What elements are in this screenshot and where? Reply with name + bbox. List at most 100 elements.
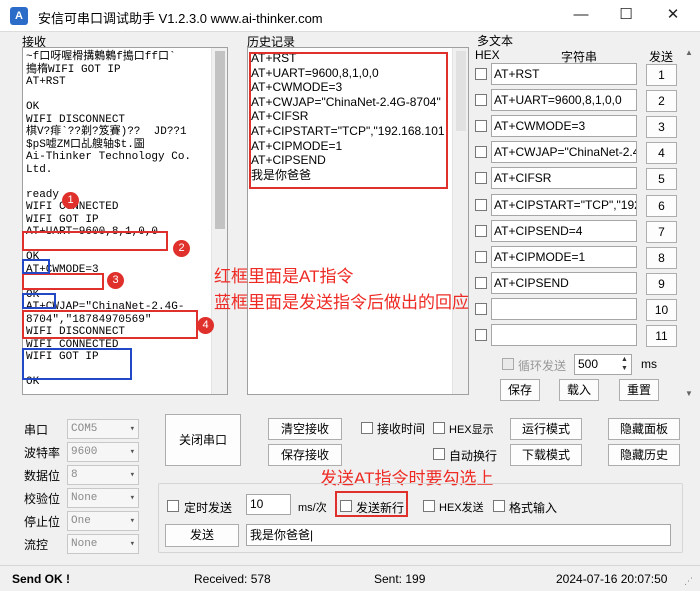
close-port-button[interactable]: 关闭串口 xyxy=(165,414,241,466)
recv-time-label: 接收时间 xyxy=(377,422,426,436)
col-send: 发送 xyxy=(649,50,674,64)
recv-time-checkbox[interactable] xyxy=(361,422,373,434)
stop-bits-label: 停止位 xyxy=(24,515,61,529)
receive-line: $pS嘘ZM口乩艘轴$t.圖 xyxy=(26,138,145,151)
multitext-input-5[interactable]: AT+CIFSR xyxy=(491,167,637,189)
close-button[interactable]: ✕ xyxy=(650,0,696,32)
badge-2: 2 xyxy=(173,240,190,257)
annotation-bluebox-wifi xyxy=(22,348,132,380)
multitext-input-8[interactable]: AT+CIPMODE=1 xyxy=(491,246,637,268)
chevron-down-icon: ▾ xyxy=(129,470,135,480)
multitext-send-button-11[interactable]: 11 xyxy=(646,325,677,347)
timed-unit-label: ms/次 xyxy=(298,502,327,514)
multitext-send-button-7[interactable]: 7 xyxy=(646,221,677,243)
hide-history-button[interactable]: 隐藏历史 xyxy=(608,444,680,466)
receive-scroll-thumb[interactable] xyxy=(215,51,225,229)
sent-count: Sent: 199 xyxy=(374,572,426,586)
save-button[interactable]: 保存 xyxy=(500,379,540,401)
multitext-hex-checkbox-7[interactable] xyxy=(475,225,487,237)
hex-send-checkbox[interactable] xyxy=(423,500,435,512)
receive-line: WIFI DISCONNECT xyxy=(26,113,126,126)
annotation-redbox-history xyxy=(249,52,448,189)
multitext-hex-checkbox-11[interactable] xyxy=(475,329,487,341)
baud-rate-value: 9600 xyxy=(71,446,98,458)
chevron-down-icon: ▾ xyxy=(129,539,135,549)
resize-grip-icon[interactable]: ⋰ xyxy=(684,576,694,586)
send-input[interactable]: 我是你爸爸| xyxy=(246,524,671,546)
format-input-checkbox[interactable] xyxy=(493,500,505,512)
stop-bits-value: One xyxy=(71,515,91,527)
multitext-input-10[interactable] xyxy=(491,298,637,320)
multitext-label: 多文本 xyxy=(477,34,514,48)
multitext-send-button-5[interactable]: 5 xyxy=(646,168,677,190)
receive-line xyxy=(26,89,227,102)
multitext-input-4[interactable]: AT+CWJAP="ChinaNet-2.4 xyxy=(491,141,637,163)
multitext-hex-checkbox-6[interactable] xyxy=(475,199,487,211)
badge-3: 3 xyxy=(107,272,124,289)
hide-panel-button[interactable]: 隐藏面板 xyxy=(608,418,680,440)
multitext-send-button-4[interactable]: 4 xyxy=(646,142,677,164)
multitext-input-1[interactable]: AT+RST xyxy=(491,63,637,85)
send-button[interactable]: 发送 xyxy=(165,524,239,547)
status-bar: Send OK ! Received: 578 Sent: 199 2024-0… xyxy=(0,565,700,591)
multitext-hex-checkbox-4[interactable] xyxy=(475,146,487,158)
send-newline-checkbox[interactable] xyxy=(340,500,352,512)
timed-interval-input[interactable]: 10 xyxy=(246,494,291,515)
receive-textbox[interactable]: ~f口呀喔榾搆鶇鶇f搗口ff口` 搗楕WIFI GOT IP AT+RST OK WIF… xyxy=(22,47,228,395)
loop-send-checkbox[interactable] xyxy=(502,358,514,370)
flow-control-label: 流控 xyxy=(24,538,49,552)
annotation-redbox-uart xyxy=(22,231,168,251)
minimize-button[interactable]: — xyxy=(558,0,604,32)
multitext-hex-checkbox-8[interactable] xyxy=(475,251,487,263)
multitext-send-button-9[interactable]: 9 xyxy=(646,273,677,295)
receive-line: OK xyxy=(26,251,40,263)
serial-port-select[interactable]: COM5 ▾ xyxy=(67,419,139,439)
multitext-input-3[interactable]: AT+CWMODE=3 xyxy=(491,115,637,137)
reset-button[interactable]: 重置 xyxy=(619,379,659,401)
parity-select[interactable]: None ▾ xyxy=(67,488,139,508)
multitext-hex-checkbox-9[interactable] xyxy=(475,277,487,289)
loop-interval-spinner[interactable]: ▲ ▼ xyxy=(618,355,631,374)
multitext-hex-checkbox-2[interactable] xyxy=(475,94,487,106)
annotation-redbox-cwmode xyxy=(22,273,104,290)
multitext-input-7[interactable]: AT+CIPSEND=4 xyxy=(491,220,637,242)
flow-control-value: None xyxy=(71,538,98,550)
annotation-bluebox-ok2 xyxy=(22,293,56,309)
history-scroll-thumb[interactable] xyxy=(456,51,466,131)
multitext-send-button-2[interactable]: 2 xyxy=(646,90,677,112)
clear-receive-button[interactable]: 清空接收 xyxy=(268,418,342,440)
stop-bits-select[interactable]: One ▾ xyxy=(67,511,139,531)
auto-newline-checkbox[interactable] xyxy=(433,448,445,460)
multitext-input-2[interactable]: AT+UART=9600,8,1,0,0 xyxy=(491,89,637,111)
load-button[interactable]: 载入 xyxy=(559,379,599,401)
multitext-send-button-6[interactable]: 6 xyxy=(646,195,677,217)
maximize-button[interactable]: ☐ xyxy=(603,0,649,32)
receive-line: 搗楕WIFI GOT IP xyxy=(26,63,121,76)
flow-control-select[interactable]: None ▾ xyxy=(67,534,139,554)
multitext-input-6[interactable]: AT+CIPSTART="TCP","192 xyxy=(491,194,637,216)
badge-1: 1 xyxy=(62,192,79,209)
run-mode-button[interactable]: 运行模式 xyxy=(510,418,582,440)
data-bits-select[interactable]: 8 ▾ xyxy=(67,465,139,485)
multitext-send-button-1[interactable]: 1 xyxy=(646,64,677,86)
multitext-send-button-3[interactable]: 3 xyxy=(646,116,677,138)
baud-rate-select[interactable]: 9600 ▾ xyxy=(67,442,139,462)
multitext-input-11[interactable] xyxy=(491,324,637,346)
multitext-send-button-8[interactable]: 8 xyxy=(646,247,677,269)
history-scrollbar[interactable] xyxy=(452,48,468,394)
multitext-hex-checkbox-3[interactable] xyxy=(475,120,487,132)
multitext-send-button-10[interactable]: 10 xyxy=(646,299,677,321)
download-mode-button[interactable]: 下载模式 xyxy=(510,444,582,466)
save-receive-button[interactable]: 保存接收 xyxy=(268,444,342,466)
ms-unit-label: ms xyxy=(641,357,657,371)
hex-display-checkbox[interactable] xyxy=(433,422,445,434)
send-status: Send OK ! xyxy=(12,572,71,586)
multitext-hex-checkbox-1[interactable] xyxy=(475,68,487,80)
annotation-bluebox-ok1 xyxy=(22,259,50,274)
multitext-hex-checkbox-10[interactable] xyxy=(475,303,487,315)
multitext-scrollbar[interactable]: ▲ ▼ xyxy=(682,48,696,398)
receive-scrollbar[interactable] xyxy=(211,48,227,394)
multitext-hex-checkbox-5[interactable] xyxy=(475,172,487,184)
multitext-input-9[interactable]: AT+CIPSEND xyxy=(491,272,637,294)
timed-send-checkbox[interactable] xyxy=(167,500,179,512)
